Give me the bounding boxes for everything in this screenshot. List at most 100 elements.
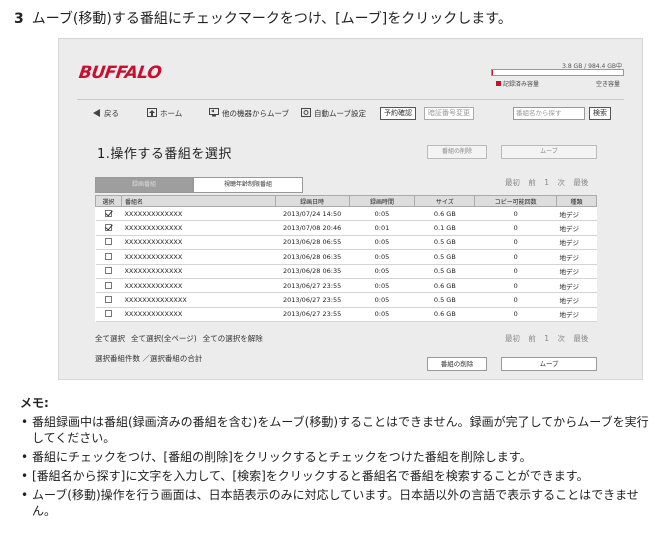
- row-date: 2013/06/28 06:55: [275, 235, 350, 251]
- delete-button-top[interactable]: 番組の削除: [427, 145, 487, 159]
- home-icon: [147, 108, 157, 117]
- row-copies: 0: [474, 220, 557, 236]
- row-type: 地デジ: [556, 206, 597, 222]
- auto-move-link[interactable]: 自動ムーブ設定: [301, 107, 366, 121]
- row-duration: 0:05: [349, 206, 415, 222]
- row-checkbox[interactable]: [104, 209, 112, 217]
- delete-button[interactable]: 番組の削除: [427, 357, 487, 371]
- col-select: 選択: [95, 195, 122, 207]
- table-row[interactable]: XXXXXXXXXXXXXX 2013/06/27 23:55 0:05 0.5 GB…: [95, 292, 597, 308]
- table-row[interactable]: XXXXXXXXXXXXX 2013/07/24 14:50 0:05 0.6 GB 0…: [95, 206, 597, 222]
- home-link[interactable]: ホーム: [147, 107, 182, 121]
- memo-section: メモ: 番組録画中は番組(録画済みの番組を含む)をムーブ(移動)することはできま…: [20, 395, 656, 522]
- row-date: 2013/06/27 23:55: [275, 292, 350, 308]
- pager-prev[interactable]: 前: [528, 334, 536, 343]
- table-row[interactable]: XXXXXXXXXXXXX 2013/06/28 06:35 0:05 0.5 GB 0…: [95, 249, 597, 265]
- capacity-free-label: 空き容量: [595, 81, 620, 88]
- back-label: 戻る: [104, 109, 119, 118]
- col-size: サイズ: [414, 195, 476, 207]
- select-all-link[interactable]: 全て選択: [95, 334, 125, 343]
- back-link[interactable]: 戻る: [93, 107, 119, 121]
- row-copies: 0: [474, 206, 557, 222]
- row-checkbox[interactable]: [104, 267, 112, 275]
- row-date: 2013/06/28 06:35: [275, 264, 350, 279]
- row-duration: 0:05: [349, 264, 415, 279]
- col-duration: 録画時間: [348, 195, 416, 207]
- used-color-square-icon: [496, 81, 501, 86]
- memo-item: ムーブ(移動)操作を行う画面は、日本語表示のみに対応しています。日本語以外の言語…: [20, 487, 656, 519]
- recordings-table: 選択 番組名 録画日時 録画時間 サイズ コピー可能回数 種類 XXXXXXXX…: [95, 195, 597, 323]
- row-duration: 0:05: [349, 278, 415, 294]
- row-checkbox-cell: [95, 307, 122, 323]
- pager-bottom: 最初 前 1 次 最後: [505, 333, 588, 344]
- table-row[interactable]: XXXXXXXXXXXXX 2013/06/27 23:55 0:05 0.6 GB 0…: [95, 307, 597, 323]
- row-checkbox-cell: [95, 292, 122, 308]
- table-row[interactable]: XXXXXXXXXXXXX 2013/06/28 06:55 0:05 0.5 GB 0…: [95, 235, 597, 251]
- row-copies: 0: [474, 278, 557, 294]
- reservation-button[interactable]: 予約確認: [380, 107, 416, 120]
- selection-summary: 選択番組件数 ／選択番組の合計: [95, 354, 203, 363]
- tab-recorded[interactable]: 録画番組: [95, 177, 193, 193]
- selection-links: 全て選択 全て選択(全ページ) 全ての選択を解除: [95, 333, 269, 344]
- row-date: 2013/07/08 20:46: [275, 220, 350, 236]
- table-row[interactable]: XXXXXXXXXXXXX 2013/06/27 23:55 0:05 0.6 GB 0…: [95, 278, 597, 294]
- nav-bar: 戻る ホーム 他の機器からムーブ 自動ムーブ設定 予約確認 暗証番号変更 番組名…: [93, 107, 613, 121]
- step-number: 3: [14, 11, 24, 27]
- row-duration: 0:05: [349, 249, 415, 265]
- pager-page: 1: [544, 178, 550, 187]
- row-checkbox[interactable]: [104, 310, 112, 318]
- row-type: 地デジ: [556, 249, 597, 265]
- pager-top: 最初 前 1 次 最後: [505, 177, 588, 188]
- row-date: 2013/06/27 23:55: [275, 278, 350, 294]
- col-type: 種類: [556, 195, 597, 207]
- row-size: 0.5 GB: [414, 235, 475, 251]
- pager-last[interactable]: 最後: [573, 178, 588, 187]
- row-duration: 0:05: [349, 235, 415, 251]
- row-name: XXXXXXXXXXXXX: [121, 278, 276, 294]
- device-transfer-icon: [209, 108, 219, 117]
- row-checkbox[interactable]: [104, 296, 112, 304]
- step-text: ムーブ(移動)する番組にチェックマークをつけ、[ムーブ]をクリックします。: [31, 11, 512, 27]
- section-title: 1.操作する番組を選択: [97, 147, 232, 162]
- row-checkbox-cell: [95, 220, 122, 236]
- pager-first[interactable]: 最初: [505, 178, 520, 187]
- buffalo-logo: BUFFALO: [77, 63, 163, 83]
- capacity-used-label: 記録済み容量: [503, 81, 540, 88]
- row-duration: 0:05: [349, 292, 415, 308]
- auto-move-icon: [301, 108, 311, 117]
- pager-next[interactable]: 次: [557, 334, 565, 343]
- row-date: 2013/07/24 14:50: [275, 206, 350, 222]
- row-checkbox[interactable]: [104, 252, 112, 260]
- pager-last[interactable]: 最後: [573, 334, 588, 343]
- table-row[interactable]: XXXXXXXXXXXXX 2013/07/08 20:46 0:01 0.1 GB 0…: [95, 220, 597, 236]
- row-copies: 0: [474, 235, 557, 251]
- row-size: 0.1 GB: [414, 220, 475, 236]
- row-checkbox-cell: [95, 264, 122, 279]
- row-checkbox[interactable]: [104, 281, 112, 289]
- capacity-bar: [491, 69, 624, 76]
- pager-next[interactable]: 次: [557, 178, 565, 187]
- clear-all-link[interactable]: 全ての選択を解除: [203, 334, 263, 343]
- move-button[interactable]: ムーブ: [501, 357, 597, 371]
- row-checkbox[interactable]: [104, 238, 112, 246]
- row-size: 0.6 GB: [414, 206, 475, 222]
- row-copies: 0: [474, 292, 557, 308]
- row-checkbox[interactable]: [104, 224, 112, 232]
- search-button[interactable]: 検索: [589, 107, 611, 120]
- pager-first[interactable]: 最初: [505, 334, 520, 343]
- pin-change-button[interactable]: 暗証番号変更: [424, 107, 474, 120]
- memo-item: 番組にチェックをつけ、[番組の削除]をクリックするとチェックをつけた番組を削除し…: [20, 449, 656, 465]
- row-size: 0.5 GB: [414, 249, 475, 265]
- memo-list: 番組録画中は番組(録画済みの番組を含む)をムーブ(移動)することはできません。録…: [20, 414, 656, 519]
- move-from-other-link[interactable]: 他の機器からムーブ: [209, 107, 289, 121]
- select-all-pages-link[interactable]: 全て選択(全ページ): [131, 334, 197, 343]
- tab-age-restricted[interactable]: 視聴年齢制限番組: [193, 177, 303, 193]
- search-input[interactable]: 番組名から探す: [513, 107, 585, 120]
- row-name: XXXXXXXXXXXXX: [121, 264, 276, 279]
- pager-prev[interactable]: 前: [528, 178, 536, 187]
- table-row[interactable]: XXXXXXXXXXXXX 2013/06/28 06:35 0:05 0.5 GB 0…: [95, 264, 597, 279]
- row-copies: 0: [474, 249, 557, 265]
- move-button-top[interactable]: ムーブ: [501, 145, 597, 159]
- col-date: 録画日時: [274, 195, 350, 207]
- step-instruction: 3 ムーブ(移動)する番組にチェックマークをつけ、[ムーブ]をクリックします。: [14, 8, 512, 28]
